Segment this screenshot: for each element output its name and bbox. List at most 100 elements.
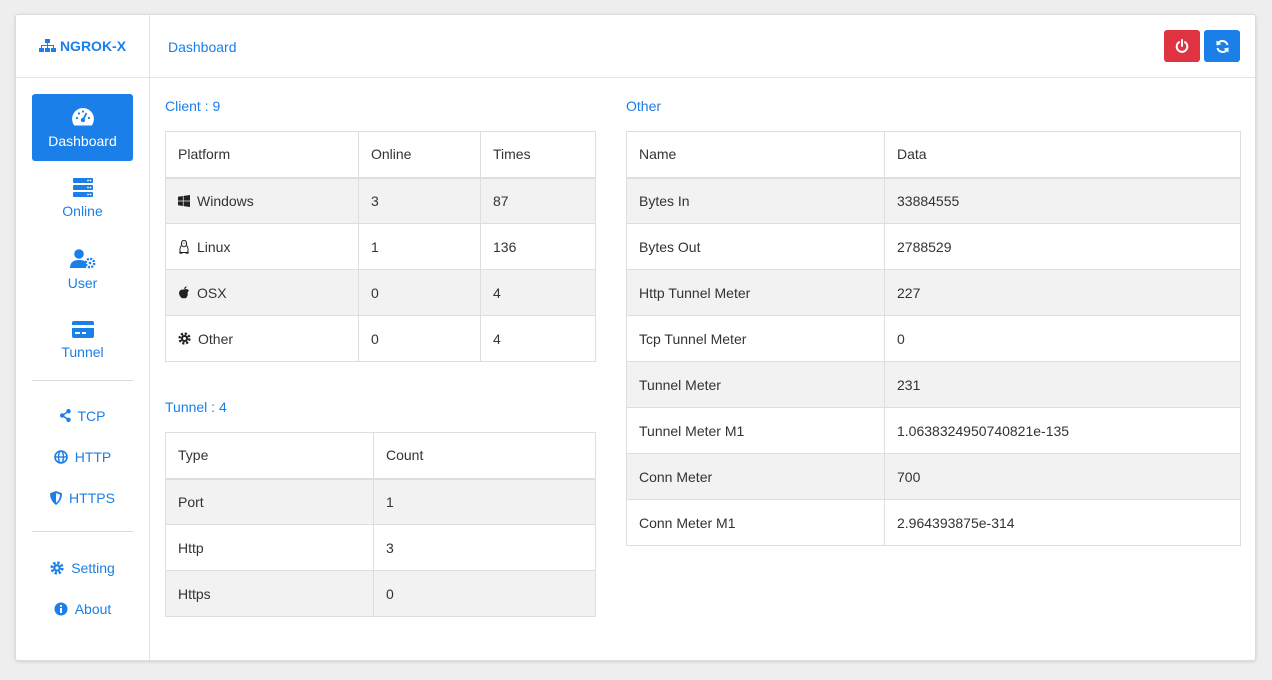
data-cell: 33884555 [884, 177, 1241, 224]
refresh-button[interactable] [1204, 30, 1240, 62]
table-header-row: Name Data [626, 131, 1241, 179]
sidebar-item-dashboard[interactable]: Dashboard [32, 94, 133, 161]
platform-name: Linux [197, 238, 231, 255]
gear-icon [178, 332, 191, 345]
table-row: Tunnel Meter 231 [626, 361, 1241, 408]
sidebar-item-label: Tunnel [61, 344, 104, 360]
other-table: Name Data Bytes In 33884555 Bytes Out 27… [626, 131, 1241, 546]
sidebar-item-label: TCP [77, 407, 106, 424]
name-cell: Tunnel Meter M1 [626, 407, 885, 454]
table-row: OSX 0 4 [165, 269, 596, 316]
name-cell: Conn Meter M1 [626, 499, 885, 546]
app-window: NGROK-X Dashboard Online User Tunnel TCP… [15, 14, 1256, 661]
name-cell: Http Tunnel Meter [626, 269, 885, 316]
table-row: Bytes In 33884555 [626, 177, 1241, 224]
platform-cell: OSX [165, 269, 359, 316]
sidebar-item-label: About [74, 600, 112, 617]
sidebar-item-label: Dashboard [48, 132, 117, 149]
column-header: Count [373, 432, 596, 480]
table-header-row: Platform Online Times [165, 131, 596, 179]
table-row: Conn Meter 700 [626, 453, 1241, 500]
type-cell: Http [165, 524, 374, 571]
sidebar-divider [32, 531, 133, 532]
sidebar-item-online[interactable]: Online [32, 165, 133, 232]
table-row: Https 0 [165, 570, 596, 617]
power-icon [1175, 39, 1189, 53]
times-cell: 4 [480, 315, 596, 362]
sidebar-item-tcp[interactable]: TCP [16, 395, 149, 436]
power-button[interactable] [1164, 30, 1200, 62]
table-row: Tunnel Meter M1 1.0638324950740821e-135 [626, 407, 1241, 454]
user-cog-icon [69, 248, 95, 268]
linux-icon [179, 239, 189, 254]
type-cell: Port [165, 478, 374, 525]
data-cell: 227 [884, 269, 1241, 316]
count-cell: 3 [373, 524, 596, 571]
column-header: Data [884, 131, 1241, 179]
sidebar-item-label: HTTP [74, 448, 112, 465]
table-row: Bytes Out 2788529 [626, 223, 1241, 270]
table-row: Linux 1 136 [165, 223, 596, 270]
sidebar-item-about[interactable]: About [16, 588, 149, 629]
globe-icon [53, 449, 68, 464]
online-cell: 3 [358, 177, 481, 224]
column-header: Type [165, 432, 374, 480]
tachometer-icon [71, 107, 94, 125]
brand-name: NGROK-X [59, 38, 127, 54]
sidebar-item-setting[interactable]: Setting [16, 547, 149, 588]
column-header: Platform [165, 131, 359, 179]
table-row: Other 0 4 [165, 315, 596, 362]
shield-icon [50, 490, 63, 505]
brand-logo[interactable]: NGROK-X [16, 15, 149, 78]
protocol-nav: TCP HTTP HTTPS [16, 395, 149, 518]
sidebar-item-label: HTTPS [69, 489, 115, 506]
name-cell: Bytes Out [626, 223, 885, 270]
table-row: Tcp Tunnel Meter 0 [626, 315, 1241, 362]
times-cell: 136 [480, 223, 596, 270]
sidebar: NGROK-X Dashboard Online User Tunnel TCP… [16, 15, 150, 660]
name-cell: Tcp Tunnel Meter [626, 315, 885, 362]
gear-icon [50, 560, 64, 575]
sitemap-icon [38, 39, 56, 52]
tunnel-table: Type Count Port 1 Http 3 Https 0 [165, 432, 596, 617]
table-row: Port 1 [165, 478, 596, 525]
server-icon [72, 178, 93, 197]
data-cell: 700 [884, 453, 1241, 500]
refresh-icon [1216, 39, 1228, 53]
name-cell: Conn Meter [626, 453, 885, 500]
main-nav: Dashboard Online User Tunnel [16, 78, 149, 374]
data-cell: 2.964393875e-314 [884, 499, 1241, 546]
column-header: Online [358, 131, 481, 179]
times-cell: 4 [480, 269, 596, 316]
sidebar-item-tunnel[interactable]: Tunnel [32, 307, 133, 374]
name-cell: Bytes In [626, 177, 885, 224]
times-cell: 87 [480, 177, 596, 224]
settings-nav: Setting About [16, 547, 149, 629]
online-cell: 1 [358, 223, 481, 270]
type-cell: Https [165, 570, 374, 617]
sidebar-divider [32, 380, 133, 381]
sidebar-item-label: Setting [71, 559, 115, 576]
info-icon [54, 602, 68, 615]
platform-name: Windows [197, 192, 254, 209]
windows-icon [178, 194, 190, 207]
sidebar-item-http[interactable]: HTTP [16, 436, 149, 477]
sidebar-item-label: Online [62, 203, 103, 219]
platform-name: OSX [197, 284, 227, 301]
data-cell: 1.0638324950740821e-135 [884, 407, 1241, 454]
platform-cell: Linux [165, 223, 359, 270]
count-cell: 1 [373, 478, 596, 525]
client-section-title: Client : 9 [165, 98, 221, 114]
client-table: Platform Online Times Windows 3 87 Linux… [165, 131, 596, 362]
table-header-row: Type Count [165, 432, 596, 480]
header: Dashboard [150, 15, 1255, 78]
tunnel-section-title: Tunnel : 4 [165, 399, 227, 415]
other-section-title: Other [626, 98, 662, 114]
sidebar-item-user[interactable]: User [32, 236, 133, 303]
name-cell: Tunnel Meter [626, 361, 885, 408]
table-row: Http 3 [165, 524, 596, 571]
table-row: Conn Meter M1 2.964393875e-314 [626, 499, 1241, 546]
table-row: Windows 3 87 [165, 177, 596, 224]
data-cell: 2788529 [884, 223, 1241, 270]
sidebar-item-https[interactable]: HTTPS [16, 477, 149, 518]
